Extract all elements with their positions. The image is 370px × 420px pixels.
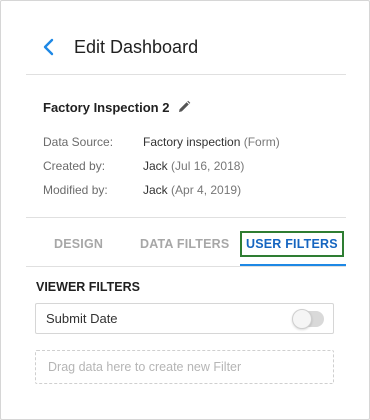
created-by-value-group: Jack (Jul 16, 2018) [143,158,244,174]
panel-header: Edit Dashboard [26,23,346,75]
modified-by-label: Modified by: [43,183,108,197]
page-title: Edit Dashboard [74,37,199,57]
dashboard-name: Factory Inspection 2 [43,99,170,115]
filter-item-label: Submit Date [46,311,118,326]
created-by-name: Jack [143,159,168,173]
pencil-icon[interactable] [177,100,191,114]
data-source-label: Data Source: [43,135,114,149]
filter-dropzone[interactable]: Drag data here to create new Filter [35,350,334,384]
tab-data-filters[interactable]: DATA FILTERS [140,231,229,257]
created-by-date: (Jul 16, 2018) [171,159,245,173]
data-source-type: (Form) [243,135,280,149]
modified-by-name: Jack [143,183,168,197]
dashboard-name-row: Factory Inspection 2 [43,97,191,117]
tab-design[interactable]: DESIGN [54,231,103,257]
edit-dashboard-panel: Edit Dashboard Factory Inspection 2 Data… [0,0,370,420]
viewer-filters-title: VIEWER FILTERS [36,280,140,294]
modified-by-date: (Apr 4, 2019) [171,183,242,197]
data-source-value-group: Factory inspection (Form) [143,134,280,150]
filter-item-submit-date[interactable]: Submit Date [35,303,334,334]
tab-bar: DESIGN DATA FILTERS USER FILTERS [26,227,346,267]
section-divider [26,217,346,218]
toggle-knob [292,309,312,329]
filter-toggle[interactable] [292,309,324,329]
dropzone-placeholder: Drag data here to create new Filter [48,360,242,374]
back-button[interactable] [40,35,58,59]
tab-user-filters[interactable]: USER FILTERS [240,231,344,257]
active-tab-indicator [240,264,346,266]
data-source-value: Factory inspection [143,135,241,149]
created-by-label: Created by: [43,159,106,173]
chevron-left-icon [43,38,54,56]
modified-by-value-group: Jack (Apr 4, 2019) [143,182,241,198]
